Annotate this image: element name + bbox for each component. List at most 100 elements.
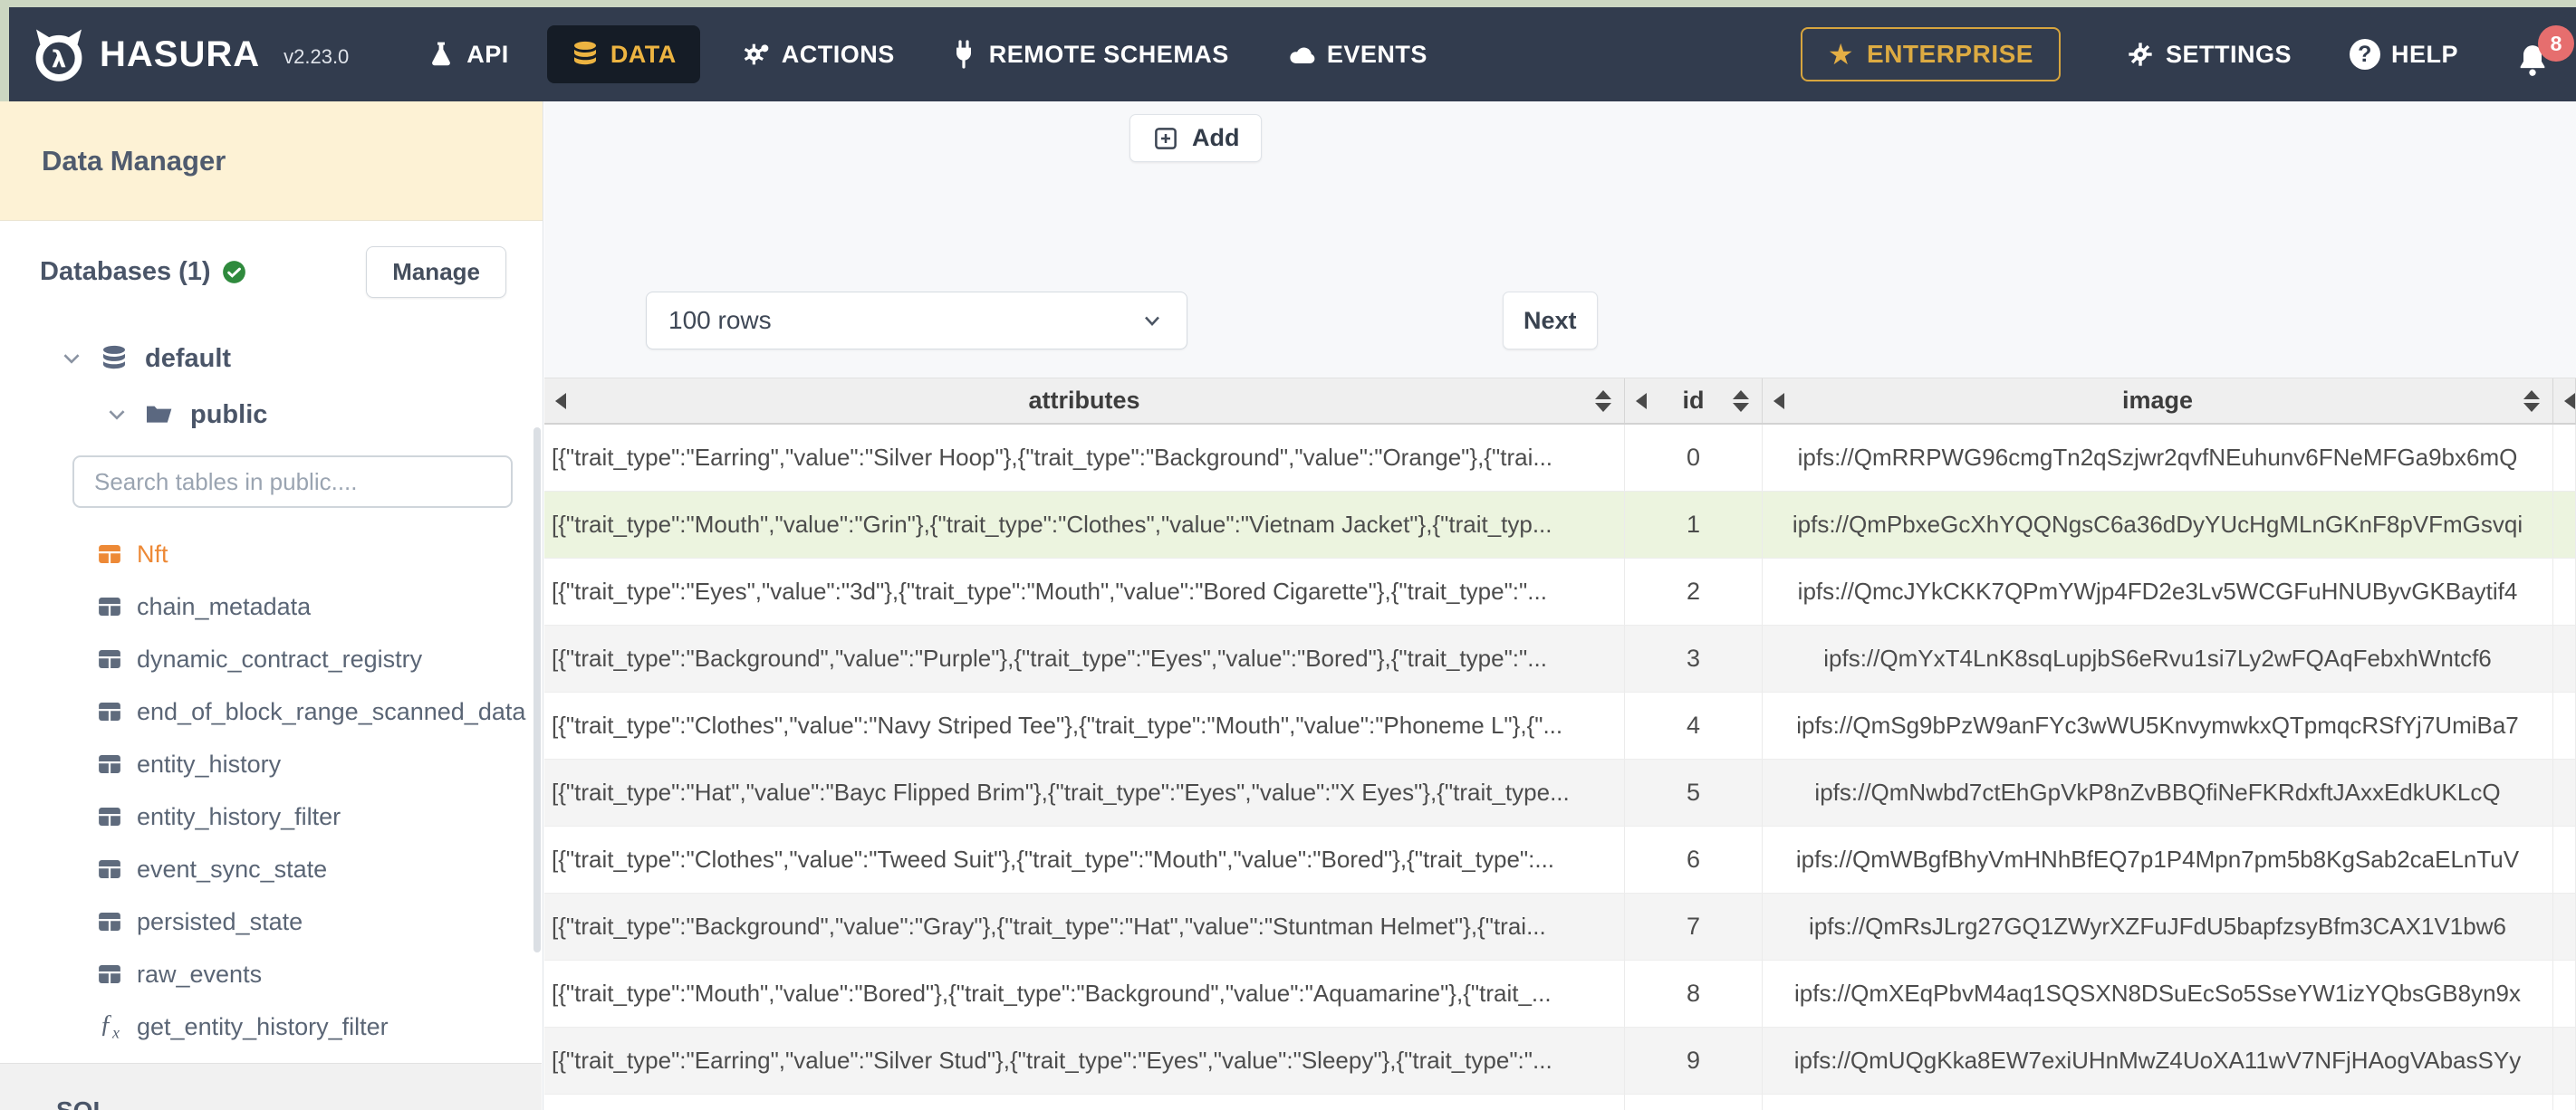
nav-item-settings[interactable]: SETTINGS (2126, 40, 2292, 69)
cell-attributes: [{"trait_type":"Clothes","value":"Tweed … (544, 827, 1625, 894)
cell-id: 1 (1625, 492, 1763, 559)
cell-partial (2553, 894, 2576, 961)
nav-item-events[interactable]: EVENTS (1287, 40, 1427, 69)
enterprise-label: ENTERPRISE (1867, 40, 2033, 68)
table-row[interactable]: [{"trait_type":"Earring","value":"Silver… (544, 425, 2576, 492)
sidebar-item-table-end-of-block-range-scanned-data[interactable]: end_of_block_range_scanned_data (40, 685, 525, 738)
add-row-button[interactable]: Add (1129, 114, 1263, 162)
nav-item-label: ACTIONS (781, 40, 895, 68)
page-title: Data Manager (42, 144, 226, 177)
nav-item-label: DATA (610, 40, 677, 68)
cell-image: ipfs://QmcJYkCKK7QPmYWjp4FD2e3Lv5WCGFuHN… (1763, 559, 2553, 626)
help-label: HELP (2390, 40, 2458, 68)
table-icon (99, 965, 120, 983)
column-header-id[interactable]: id (1625, 378, 1763, 423)
sql-link[interactable]: SQL (56, 1096, 542, 1110)
function-icon: ƒx (100, 1010, 120, 1042)
sidebar-item-table-entity-history[interactable]: entity_history (40, 738, 506, 790)
enterprise-button[interactable]: ★ ENTERPRISE (1800, 27, 2061, 81)
collapse-column-icon[interactable] (2564, 392, 2575, 409)
column-header-partial[interactable] (2553, 378, 2576, 423)
column-header-image[interactable]: image (1763, 378, 2553, 423)
data-sidebar: Data Manager Databases (1) Manage defaul… (0, 101, 543, 1110)
nav-item-data[interactable]: DATA (546, 25, 700, 83)
sidebar-item-table-event-sync-state[interactable]: event_sync_state (40, 843, 506, 895)
nav-item-label: API (466, 40, 509, 68)
nav-item-actions[interactable]: ACTIONS (742, 40, 895, 69)
sort-icon[interactable] (1733, 389, 1749, 412)
sidebar-item-table-raw-events[interactable]: raw_events (40, 948, 506, 1000)
sidebar-item-table-persisted-state[interactable]: persisted_state (40, 895, 506, 948)
cell-partial (2553, 827, 2576, 894)
manage-button[interactable]: Manage (366, 246, 506, 298)
table-row[interactable]: [{"trait_type":"Clothes","value":"Navy S… (544, 693, 2576, 760)
database-name: default (145, 343, 232, 373)
cloud-icon (1290, 47, 1315, 63)
table-row[interactable]: [{"trait_type":"Mouth","value":"Bored"},… (544, 961, 2576, 1028)
table-name: chain_metadata (137, 592, 312, 620)
check-circle-icon (222, 261, 245, 283)
databases-row: Databases (1) Manage (40, 246, 506, 298)
nav-item-remote-schemas[interactable]: REMOTE SCHEMAS (949, 40, 1229, 69)
nav-item-api[interactable]: API (427, 40, 509, 69)
collapse-column-icon[interactable] (555, 392, 566, 409)
cell-id: 4 (1625, 693, 1763, 760)
tree-item-schema-public[interactable]: public (40, 387, 506, 443)
nav-item-label: REMOTE SCHEMAS (988, 40, 1229, 68)
sidebar-item-table-chain-metadata[interactable]: chain_metadata (40, 580, 506, 633)
cell-attributes: [{"trait_type":"Eyes","value":"3d"},{"tr… (544, 559, 1625, 626)
notifications-button[interactable]: 8 (2514, 25, 2574, 78)
table-row[interactable]: [{"trait_type":"Earring","value":"Silver… (544, 1028, 2576, 1095)
sidebar-item-table-entity-history-filter[interactable]: entity_history_filter (40, 790, 506, 843)
cell-partial (2553, 693, 2576, 760)
nav-item-help[interactable]: ? HELP (2349, 39, 2458, 70)
sort-icon[interactable] (1595, 389, 1611, 412)
chevron-down-icon (1145, 316, 1159, 326)
collapse-column-icon[interactable] (1636, 392, 1647, 409)
tree-item-database-default[interactable]: default (40, 330, 506, 387)
star-icon: ★ (1827, 38, 1855, 71)
table-row[interactable]: [{"trait_type":"Background","value":"Pur… (544, 626, 2576, 693)
tables-list: Nft chain_metadata dynamic_contract_regi… (40, 528, 525, 1053)
sidebar-item-table-nft[interactable]: Nft (40, 528, 506, 580)
sort-icon[interactable] (2523, 389, 2540, 412)
table-row[interactable]: [{"trait_type":"Clothes","value":"Tweed … (544, 827, 2576, 894)
cell-image: ipfs://QmNwbd7ctEhGpVkP8nZvBBQfiNeFKRdxf… (1763, 760, 2553, 827)
sidebar-item-function-get-entity-history-filter[interactable]: ƒx get_entity_history_filter (40, 1000, 506, 1053)
next-page-button[interactable]: Next (1503, 292, 1598, 349)
sidebar-footer: SQL (0, 1063, 542, 1110)
cell-partial (2553, 492, 2576, 559)
cell-image: ipfs://QmXEqPbvM4aq1SQSXN8DSuEcSo5SseYW1… (1763, 961, 2553, 1028)
rows-data-grid: attributes id image [{"trait_type":"Earr… (544, 378, 2576, 1110)
sidebar-item-table-dynamic-contract-registry[interactable]: dynamic_contract_registry (40, 633, 506, 685)
top-navbar: λ HASURA v2.23.0 API DATA ACTIONS REMOTE… (9, 7, 2576, 101)
cell-partial (2553, 961, 2576, 1028)
table-icon (99, 860, 120, 878)
gears-icon (744, 43, 769, 65)
column-header-label: attributes (1028, 387, 1140, 414)
column-header-label: id (1682, 387, 1705, 414)
column-header-attributes[interactable]: attributes (544, 378, 1625, 423)
cell-image: ipfs://QmSg9bPzW9anFYc3wWU5KnvymwkxQTpmq… (1763, 693, 2553, 760)
brand-name[interactable]: HASURA (100, 34, 260, 75)
databases-label: Databases (1) (40, 257, 211, 286)
cell-partial (2553, 1028, 2576, 1095)
svg-text:λ: λ (52, 46, 66, 73)
rows-per-page-select[interactable]: 100 rows (646, 292, 1187, 349)
table-row[interactable]: [{"trait_type":"Eyes","value":"3d"},{"tr… (544, 559, 2576, 626)
cell-attributes: [{"trait_type":"Background","value":"Pur… (544, 626, 1625, 693)
chevron-down-icon[interactable] (105, 403, 129, 426)
hasura-logo-icon[interactable]: λ (31, 26, 87, 82)
cell-image: ipfs://QmYxT4LnK8sqLupjbS6eRvu1si7Ly2wFQ… (1763, 626, 2553, 693)
search-input[interactable] (72, 455, 513, 508)
chevron-down-icon[interactable] (60, 347, 83, 370)
cell-id: 9 (1625, 1028, 1763, 1095)
plus-square-icon (1155, 127, 1177, 149)
table-row[interactable]: [{"trait_type":"Background","value":"Gra… (544, 894, 2576, 961)
nav-item-label: EVENTS (1326, 40, 1427, 68)
cell-id: 0 (1625, 425, 1763, 492)
sidebar-scrollbar[interactable] (533, 427, 541, 952)
table-row[interactable]: [{"trait_type":"Hat","value":"Bayc Flipp… (544, 760, 2576, 827)
collapse-column-icon[interactable] (1773, 392, 1784, 409)
table-row-highlighted[interactable]: [{"trait_type":"Mouth","value":"Grin"},{… (544, 492, 2576, 559)
